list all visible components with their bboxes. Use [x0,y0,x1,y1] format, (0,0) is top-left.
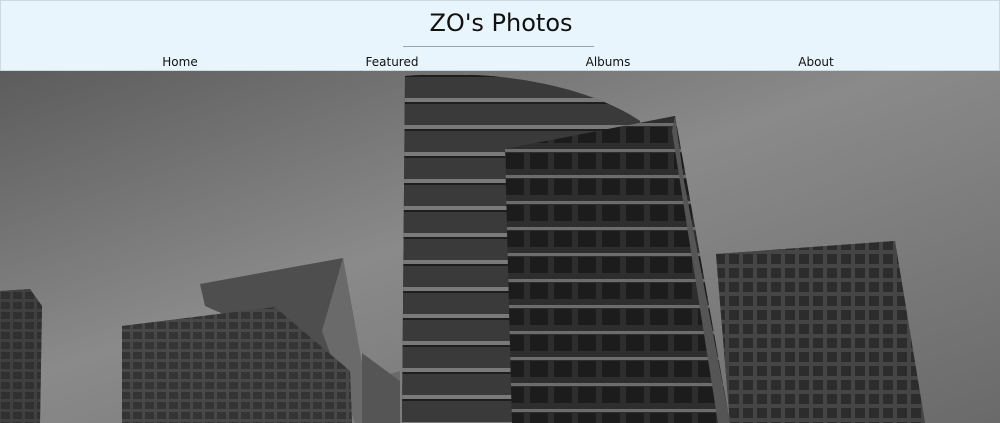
nav-about-link[interactable]: About [798,54,833,70]
site-title: ZO's Photos [429,9,573,37]
hero-photo [0,71,1000,423]
main-nav: Home Featured Albums About [1,54,1000,70]
nav-albums-link[interactable]: Albums [586,54,631,70]
nav-featured-link[interactable]: Featured [366,54,419,70]
nav-home-link[interactable]: Home [162,54,197,70]
hero-skyline-image [0,71,1000,423]
title-divider [403,46,594,47]
site-header: ZO's Photos Home Featured Albums About [0,0,1000,71]
